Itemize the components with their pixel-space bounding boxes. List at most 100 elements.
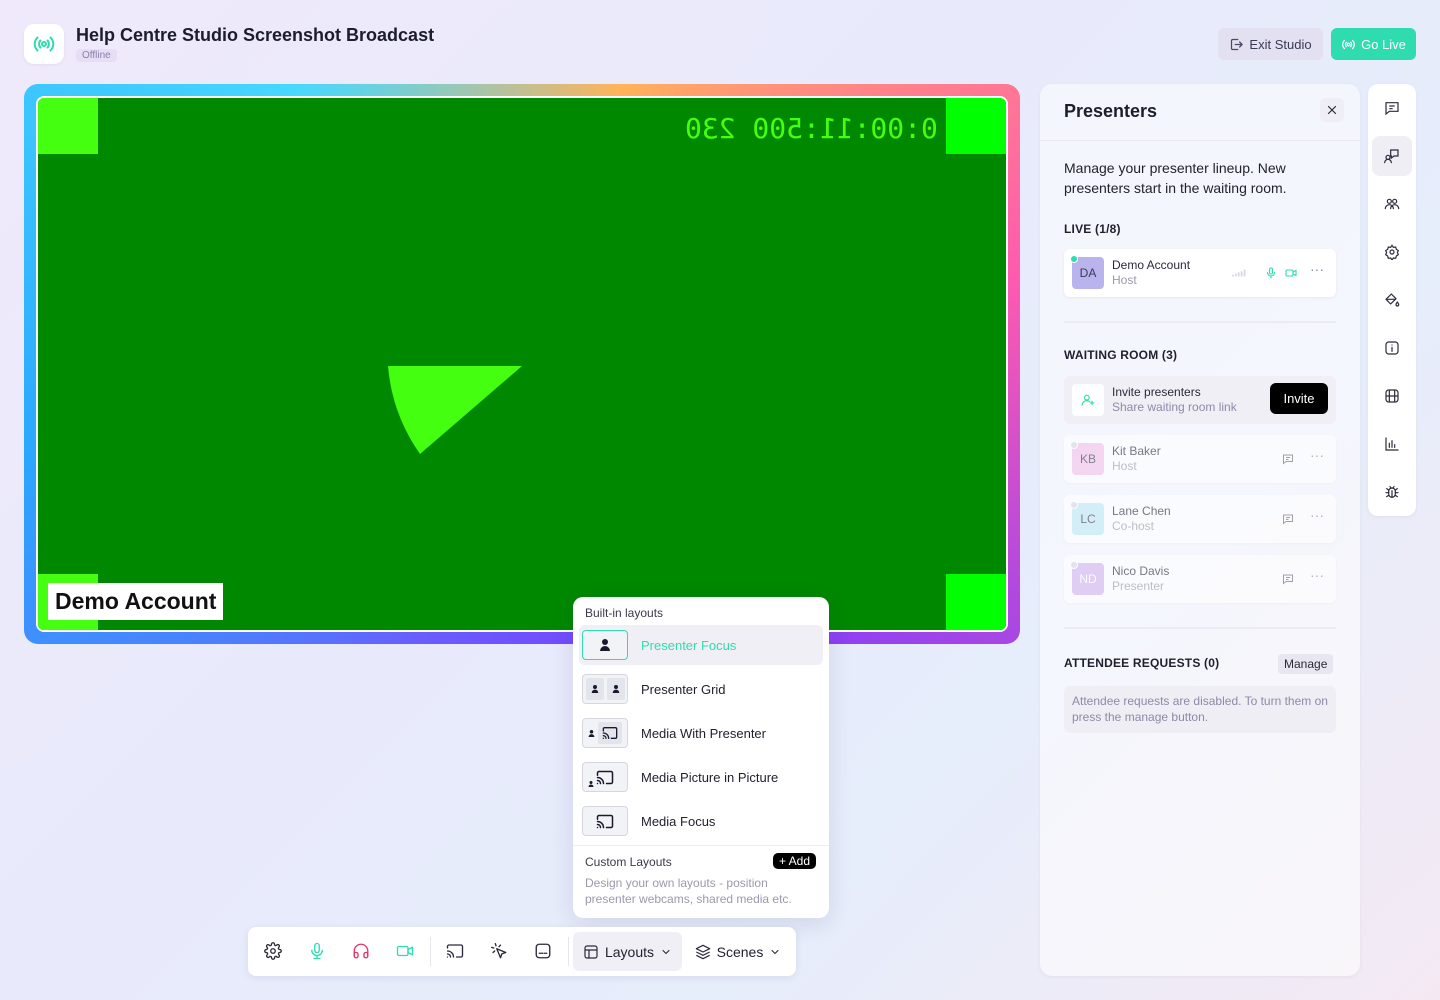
exit-studio-button[interactable]: Exit Studio <box>1218 28 1323 60</box>
presenter-more-button[interactable]: ··· <box>1310 261 1324 277</box>
stage-corner-bottom-right <box>946 574 1006 630</box>
invite-presenters-card: Invite presenters Share waiting room lin… <box>1064 376 1336 424</box>
chevron-down-icon <box>771 949 779 954</box>
bug-icon <box>1385 486 1399 498</box>
broadcast-icon <box>1342 39 1355 49</box>
layout-media-focus[interactable]: Media Focus <box>579 801 823 841</box>
presenter-role: Host <box>1112 459 1137 473</box>
scenes-label: Scenes <box>716 943 764 960</box>
rail-presenters-button[interactable] <box>1372 136 1412 176</box>
layers-icon <box>695 944 710 959</box>
rail-info-button[interactable] <box>1372 328 1412 368</box>
presenter-role: Co-host <box>1112 519 1155 533</box>
layout-presenter-grid[interactable]: Presenter Grid <box>579 669 823 709</box>
layout-media-picture-in-picture[interactable]: Media Picture in Picture <box>579 757 823 797</box>
paint-bucket-icon <box>1385 293 1400 307</box>
waiting-room-title: WAITING ROOM (3) <box>1064 348 1178 362</box>
presenter-role: Presenter <box>1112 579 1165 593</box>
exit-studio-label: Exit Studio <box>1249 36 1312 52</box>
camera-icon <box>396 945 414 957</box>
studio-logo <box>24 24 64 64</box>
add-custom-layout-button[interactable]: + Add <box>773 853 817 869</box>
message-button[interactable] <box>1281 452 1295 466</box>
presenters-icon <box>1384 149 1399 164</box>
headphones-button[interactable] <box>347 937 375 965</box>
bottom-toolbar: Layouts Scenes <box>248 927 796 976</box>
message-button[interactable] <box>1281 512 1295 526</box>
custom-layouts-title: Custom Layouts <box>585 855 672 869</box>
chat-icon <box>1283 514 1293 525</box>
layout-thumbnail <box>582 674 628 704</box>
offline-status-dot <box>1070 561 1078 569</box>
presenter-card-nico-davis[interactable]: ND Nico Davis Presenter ··· <box>1064 555 1336 603</box>
layout-label: Media Picture in Picture <box>641 769 779 785</box>
headphones-icon <box>353 943 369 959</box>
share-media-button[interactable] <box>441 937 469 965</box>
presenter-role: Host <box>1112 273 1137 287</box>
go-live-button[interactable]: Go Live <box>1331 28 1416 60</box>
rail-debug-button[interactable] <box>1372 472 1412 512</box>
presenter-more-button[interactable]: ··· <box>1310 447 1324 463</box>
layout-thumbnail <box>582 718 628 748</box>
captions-button[interactable] <box>529 937 557 965</box>
layouts-dropdown-button[interactable]: Layouts <box>573 932 682 971</box>
pointer-button[interactable] <box>485 937 513 965</box>
settings-button[interactable] <box>259 937 287 965</box>
presenter-camera-button[interactable] <box>1284 266 1298 280</box>
scenes-dropdown-button[interactable]: Scenes <box>688 932 788 971</box>
mic-icon <box>311 942 323 960</box>
section-divider <box>1064 627 1336 629</box>
cast-icon <box>446 944 464 958</box>
person-icon <box>612 685 619 693</box>
presenter-more-button[interactable]: ··· <box>1310 507 1324 523</box>
mic-icon <box>1266 267 1276 279</box>
layout-label: Media With Presenter <box>641 725 766 741</box>
chat-icon <box>1385 102 1399 116</box>
rail-media-button[interactable] <box>1372 376 1412 416</box>
rail-settings-button[interactable] <box>1372 232 1412 272</box>
pointer-icon <box>490 942 507 959</box>
presenter-card-lane-chen[interactable]: LC Lane Chen Co-host ··· <box>1064 495 1336 543</box>
layouts-label: Layouts <box>604 943 655 960</box>
rail-branding-button[interactable] <box>1372 280 1412 320</box>
camera-button[interactable] <box>391 937 419 965</box>
presenter-card-kit-baker[interactable]: KB Kit Baker Host ··· <box>1064 435 1336 483</box>
layout-label: Media Focus <box>641 813 716 829</box>
presenter-mic-button[interactable] <box>1264 266 1278 280</box>
info-icon <box>1385 341 1399 355</box>
presenter-more-button[interactable]: ··· <box>1310 567 1324 583</box>
chat-icon <box>1283 454 1293 465</box>
live-section-title: LIVE (1/8) <box>1064 222 1121 236</box>
mic-button[interactable] <box>303 937 331 965</box>
chevron-down-icon <box>662 949 670 954</box>
captions-icon <box>535 943 551 959</box>
cast-icon <box>596 814 614 828</box>
section-divider <box>1064 321 1336 323</box>
custom-layouts-description: Design your own layouts - position prese… <box>585 876 792 906</box>
layout-label: Presenter Focus <box>641 637 737 653</box>
layout-thumbnail <box>582 762 628 792</box>
manage-requests-button[interactable]: Manage <box>1278 654 1334 674</box>
film-icon <box>1385 389 1399 403</box>
rail-chat-button[interactable] <box>1372 88 1412 128</box>
stage-corner-top-right <box>946 98 1006 154</box>
offline-status-dot <box>1070 501 1078 509</box>
panel-description: Manage your presenter lineup. New presen… <box>1064 160 1287 196</box>
presenter-card-demo-account[interactable]: DA Demo Account Host ··· <box>1064 249 1336 297</box>
built-in-layouts-header: Built-in layouts <box>585 606 664 620</box>
person-icon <box>600 639 610 651</box>
layout-media-with-presenter[interactable]: Media With Presenter <box>579 713 823 753</box>
rail-attendees-button[interactable] <box>1372 184 1412 224</box>
invite-button[interactable]: Invite <box>1270 383 1328 414</box>
message-button[interactable] <box>1281 572 1295 586</box>
layout-presenter-focus[interactable]: Presenter Focus <box>579 625 823 665</box>
stage-canvas[interactable]: 0:00:11:500 230 Demo Account <box>36 96 1008 632</box>
settings-icon <box>264 942 282 960</box>
layout-thumbnail <box>582 630 628 660</box>
signal-strength-icon <box>1232 266 1246 280</box>
rail-stats-button[interactable] <box>1372 424 1412 464</box>
close-panel-button[interactable] <box>1320 98 1344 122</box>
person-icon <box>591 685 598 693</box>
panel-title: Presenters <box>1064 101 1158 121</box>
chat-icon <box>1283 574 1293 585</box>
